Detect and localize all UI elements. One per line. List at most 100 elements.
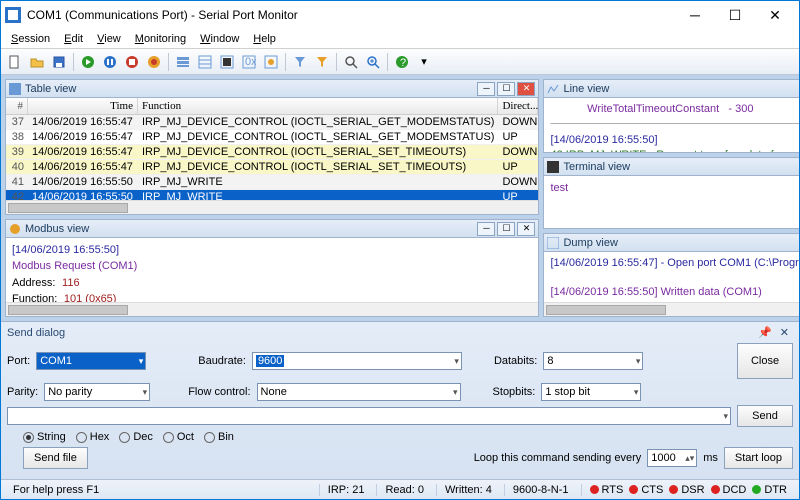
menu-help[interactable]: Help bbox=[247, 31, 282, 47]
play-icon[interactable] bbox=[78, 52, 98, 72]
menu-session[interactable]: Session bbox=[5, 31, 56, 47]
toolbar: 0x ? ▾ bbox=[1, 49, 799, 75]
status-help: For help press F1 bbox=[5, 484, 315, 496]
dump-body[interactable]: [14/06/2019 16:55:47] - Open port COM1 (… bbox=[544, 252, 799, 302]
close-button[interactable]: ✕ bbox=[755, 1, 795, 29]
menu-view[interactable]: View bbox=[91, 31, 127, 47]
parity-label: Parity: bbox=[7, 386, 38, 398]
radio-oct[interactable]: Oct bbox=[163, 431, 194, 443]
minimize-button[interactable]: ─ bbox=[675, 1, 715, 29]
table-row[interactable]: 3714/06/2019 16:55:47IRP_MJ_DEVICE_CONTR… bbox=[6, 115, 538, 130]
flow-select[interactable]: None▾ bbox=[257, 383, 461, 401]
send-dialog: Send dialog 📌✕ Port: COM1▾ Baudrate: 9600… bbox=[1, 321, 799, 479]
terminal-icon bbox=[547, 161, 559, 173]
pane-close-button[interactable]: ✕ bbox=[517, 222, 535, 236]
open-icon[interactable] bbox=[27, 52, 47, 72]
pause-icon[interactable] bbox=[100, 52, 120, 72]
view1-icon[interactable] bbox=[173, 52, 193, 72]
send-button[interactable]: Send bbox=[737, 405, 793, 427]
send-input[interactable]: ▾ bbox=[7, 407, 731, 425]
pane-max-button[interactable]: ☐ bbox=[497, 222, 515, 236]
save-icon[interactable] bbox=[49, 52, 69, 72]
table-icon bbox=[9, 83, 21, 95]
led-rts: RTS bbox=[590, 484, 624, 496]
app-icon bbox=[5, 7, 21, 23]
status-config: 9600-8-N-1 bbox=[504, 484, 577, 496]
view3-icon[interactable] bbox=[217, 52, 237, 72]
modbus-body[interactable]: [14/06/2019 16:55:50] Modbus Request (CO… bbox=[6, 238, 538, 302]
pane-title: Modbus view bbox=[25, 223, 477, 235]
start-loop-button[interactable]: Start loop bbox=[724, 447, 793, 469]
send-close-button[interactable]: ✕ bbox=[776, 326, 793, 339]
menubar: Session Edit View Monitoring Window Help bbox=[1, 29, 799, 49]
table-row[interactable]: 4014/06/2019 16:55:47IRP_MJ_DEVICE_CONTR… bbox=[6, 160, 538, 175]
stopbits-select[interactable]: 1 stop bit▾ bbox=[541, 383, 641, 401]
dropdown-icon[interactable]: ▾ bbox=[414, 52, 434, 72]
table-body[interactable]: # Time Function Direct... 3714/06/2019 1… bbox=[6, 98, 538, 200]
radio-string[interactable]: String bbox=[23, 431, 66, 443]
filter1-icon[interactable] bbox=[290, 52, 310, 72]
terminal-body[interactable]: test bbox=[544, 176, 799, 228]
filter2-icon[interactable] bbox=[312, 52, 332, 72]
port-select[interactable]: COM1▾ bbox=[36, 352, 146, 370]
parity-select[interactable]: No parity▾ bbox=[44, 383, 150, 401]
h-scrollbar[interactable] bbox=[6, 200, 538, 214]
help-icon[interactable]: ? bbox=[392, 52, 412, 72]
table-header[interactable]: # Time Function Direct... bbox=[6, 98, 538, 115]
led-dcd: DCD bbox=[711, 484, 747, 496]
search-icon[interactable] bbox=[341, 52, 361, 72]
zoom-icon[interactable] bbox=[363, 52, 383, 72]
statusbar: For help press F1 IRP: 21 Read: 0 Writte… bbox=[1, 479, 799, 499]
databits-select[interactable]: 8▾ bbox=[543, 352, 643, 370]
menu-monitoring[interactable]: Monitoring bbox=[129, 31, 192, 47]
window-title: COM1 (Communications Port) - Serial Port… bbox=[27, 8, 675, 22]
pane-min-button[interactable]: ─ bbox=[477, 82, 495, 96]
databits-label: Databits: bbox=[494, 355, 537, 367]
status-read: Read: 0 bbox=[376, 484, 432, 496]
record-icon[interactable] bbox=[144, 52, 164, 72]
view2-icon[interactable] bbox=[195, 52, 215, 72]
pane-close-button[interactable]: ✕ bbox=[517, 82, 535, 96]
view4-icon[interactable]: 0x bbox=[239, 52, 259, 72]
loop-interval-input[interactable]: 1000▴▾ bbox=[647, 449, 697, 467]
line-icon bbox=[547, 83, 559, 95]
led-cts: CTS bbox=[629, 484, 663, 496]
table-row[interactable]: 4114/06/2019 16:55:50IRP_MJ_WRITEDOWN bbox=[6, 175, 538, 190]
pane-min-button[interactable]: ─ bbox=[477, 222, 495, 236]
pane-max-button[interactable]: ☐ bbox=[497, 82, 515, 96]
maximize-button[interactable]: ☐ bbox=[715, 1, 755, 29]
radio-dec[interactable]: Dec bbox=[119, 431, 153, 443]
table-row[interactable]: 3914/06/2019 16:55:47IRP_MJ_DEVICE_CONTR… bbox=[6, 145, 538, 160]
h-scrollbar[interactable] bbox=[6, 302, 538, 316]
baud-select[interactable]: 9600▾ bbox=[252, 352, 462, 370]
new-icon[interactable] bbox=[5, 52, 25, 72]
flow-label: Flow control: bbox=[188, 386, 250, 398]
port-label: Port: bbox=[7, 355, 30, 367]
table-row[interactable]: 4214/06/2019 16:55:50IRP_MJ_WRITEUP bbox=[6, 190, 538, 200]
titlebar: COM1 (Communications Port) - Serial Port… bbox=[1, 1, 799, 29]
pane-title: Line view bbox=[563, 83, 799, 95]
send-file-button[interactable]: Send file bbox=[23, 447, 88, 469]
send-title: Send dialog bbox=[7, 327, 65, 339]
view5-icon[interactable] bbox=[261, 52, 281, 72]
led-dtr: DTR bbox=[752, 484, 787, 496]
radio-bin[interactable]: Bin bbox=[204, 431, 234, 443]
pane-title: Terminal view bbox=[563, 161, 799, 173]
led-dsr: DSR bbox=[669, 484, 704, 496]
svg-text:?: ? bbox=[400, 57, 406, 69]
h-scrollbar[interactable] bbox=[544, 302, 799, 316]
radio-hex[interactable]: Hex bbox=[76, 431, 110, 443]
status-written: Written: 4 bbox=[436, 484, 500, 496]
line-body[interactable]: WriteTotalTimeoutConstant - 300 ────────… bbox=[544, 98, 799, 152]
dump-icon bbox=[547, 237, 559, 249]
table-row[interactable]: 3814/06/2019 16:55:47IRP_MJ_DEVICE_CONTR… bbox=[6, 130, 538, 145]
send-pin-button[interactable]: 📌 bbox=[754, 326, 776, 339]
menu-window[interactable]: Window bbox=[194, 31, 245, 47]
stop-icon[interactable] bbox=[122, 52, 142, 72]
menu-edit[interactable]: Edit bbox=[58, 31, 89, 47]
close-button[interactable]: Close bbox=[737, 343, 793, 379]
line-view-pane: Line view─☐✕ WriteTotalTimeoutConstant -… bbox=[543, 79, 799, 153]
baud-label: Baudrate: bbox=[198, 355, 246, 367]
svg-text:0x: 0x bbox=[245, 56, 256, 68]
workspace: Table view─☐✕ # Time Function Direct... … bbox=[1, 75, 799, 321]
